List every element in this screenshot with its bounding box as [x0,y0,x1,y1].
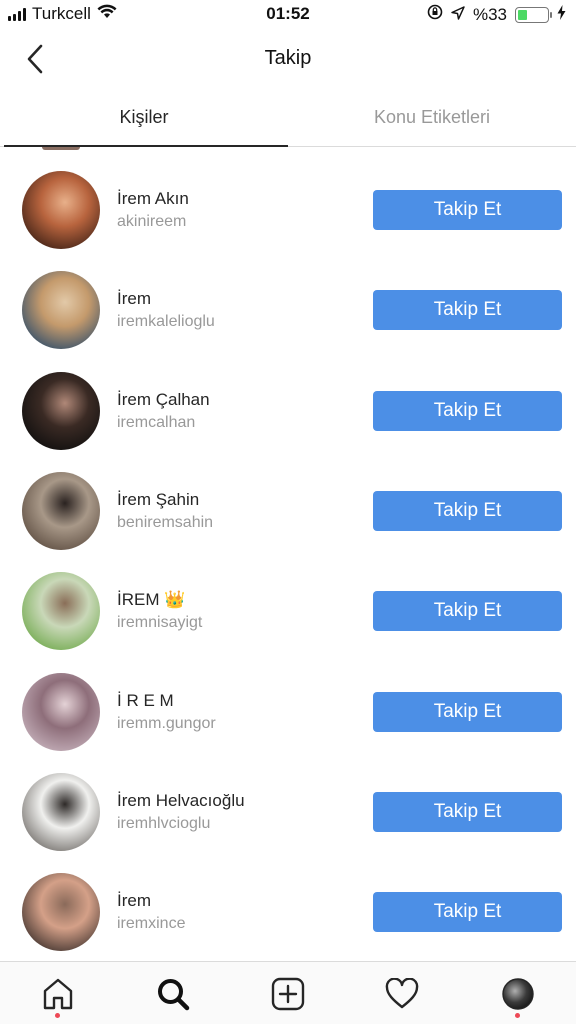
user-name[interactable]: İrem Şahin [117,490,199,510]
user-name[interactable]: İrem [117,891,151,911]
follow-button[interactable]: Takip Et [373,290,562,331]
follow-button[interactable]: Takip Et [373,190,562,230]
rotation-lock-icon [427,4,443,25]
user-handle: iremcalhan [117,413,196,431]
avatar[interactable] [22,371,100,450]
battery-icon [515,6,552,23]
user-name[interactable]: İrem [117,289,151,309]
user-row[interactable]: İREM 👑 iremnisayigt Takip Et [0,548,576,651]
user-handle: iremkalelioglu [117,313,215,331]
add-post-tab[interactable] [270,976,306,1012]
heart-icon [385,978,419,1009]
user-handle: iremm.gungor [117,714,216,732]
user-name[interactable]: İREM 👑 [117,590,185,610]
profile-tab[interactable] [500,976,536,1012]
follow-button[interactable]: Takip Et [373,892,562,933]
user-name[interactable]: İ R E M [117,691,174,711]
add-post-icon [271,977,305,1011]
location-icon [451,5,465,25]
user-handle: beniremsahin [117,513,214,531]
status-right: %33 [427,4,566,25]
follow-button[interactable]: Takip Et [373,490,562,531]
activity-tab[interactable] [384,976,420,1012]
user-handle: iremnisayigt [117,614,203,632]
user-name[interactable]: İrem Helvacıoğlu [117,791,245,811]
avatar[interactable] [22,873,100,952]
home-badge-dot [55,1013,60,1018]
avatar[interactable] [22,672,100,751]
user-row[interactable]: İrem iremxince Takip Et [0,849,576,952]
user-row[interactable]: İrem Şahin beniremsahin Takip Et [0,448,576,550]
search-icon [158,979,190,1011]
user-name[interactable]: İrem Çalhan [117,390,210,410]
user-name[interactable]: İrem Akın [117,189,189,209]
avatar[interactable] [22,572,100,651]
user-row[interactable]: İ R E M iremm.gungor Takip Et [0,649,576,751]
avatar[interactable] [22,772,100,851]
avatar[interactable] [22,171,100,249]
user-handle: iremxince [117,915,186,933]
follow-button[interactable]: Takip Et [373,390,562,431]
user-list[interactable]: İrem Akın akinireem Takip Et İrem iremkaleli… [0,147,576,961]
page-title: Takip [264,47,312,69]
bottom-tab-bar [0,961,576,1024]
status-bar: Turkcell 01:52 %33 [0,0,576,30]
avatar[interactable] [22,471,100,550]
tab-strip: Kişiler Konu Etiketleri [0,88,576,147]
user-row[interactable]: İrem Helvacıoğlu iremhlvcioglu Takip Et [0,749,576,851]
nav-bar: Takip [0,30,576,88]
profile-avatar-icon [502,978,534,1010]
home-tab[interactable] [40,976,76,1012]
user-handle: akinireem [117,213,187,230]
user-handle: iremhlvcioglu [117,814,211,832]
tab-people[interactable]: Kişiler [0,88,288,147]
user-row[interactable]: İrem Çalhan iremcalhan Takip Et [0,348,576,450]
tab-hashtags[interactable]: Konu Etiketleri [288,88,576,146]
user-row[interactable]: İrem Akın akinireem Takip Et [0,147,576,249]
follow-button[interactable]: Takip Et [373,791,562,832]
follow-button[interactable]: Takip Et [373,691,562,732]
profile-badge-dot [515,1013,520,1018]
charging-icon [557,4,566,25]
user-row[interactable]: İrem iremkalelioglu Takip Et [0,247,576,350]
home-icon [43,978,73,1010]
avatar[interactable] [22,271,100,350]
follow-button[interactable]: Takip Et [373,591,562,632]
search-tab[interactable] [155,976,191,1012]
battery-percent: %33 [472,4,507,24]
battery-fill [518,9,528,20]
